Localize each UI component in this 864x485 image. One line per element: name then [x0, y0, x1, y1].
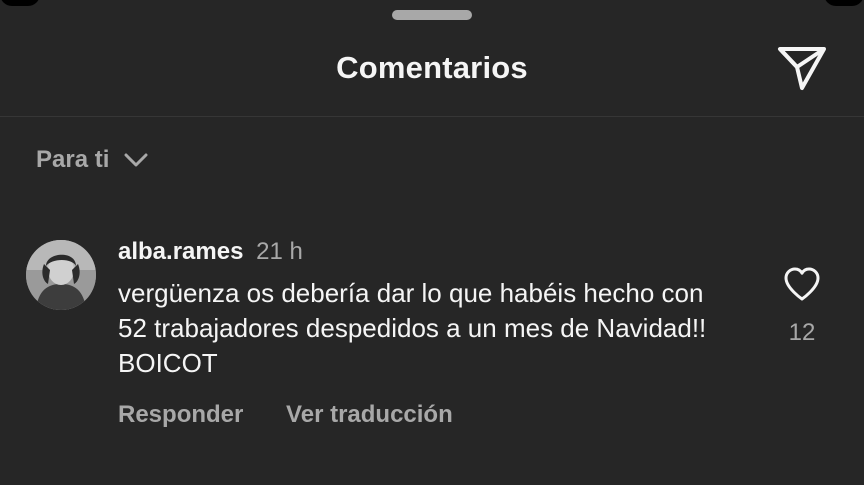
- avatar-photo-icon: [26, 240, 96, 310]
- comment-meta: alba.rames 21 h: [118, 234, 758, 270]
- comment-text: vergüenza os debería dar lo que habéis h…: [118, 278, 707, 378]
- avatar[interactable]: [26, 240, 96, 310]
- comment-timestamp: 21 h: [256, 238, 303, 265]
- comment-username[interactable]: alba.rames: [118, 238, 243, 265]
- comments-sheet: Comentarios Para ti alba.rames 21 h verg…: [0, 0, 864, 485]
- sheet-title: Comentarios: [336, 50, 528, 85]
- like-count: 12: [788, 319, 816, 346]
- heart-outline-icon[interactable]: [783, 266, 821, 302]
- see-translation-button[interactable]: Ver traducción: [286, 401, 453, 428]
- screen-corner-right: [824, 0, 864, 6]
- sort-label: Para ti: [36, 146, 110, 173]
- comment-actions: Responder Ver traducción: [118, 401, 758, 429]
- header-divider: [0, 116, 864, 117]
- comment-item: alba.rames 21 h vergüenza os debería dar…: [118, 234, 758, 429]
- chevron-down-icon: [124, 153, 148, 167]
- comment-like: 12: [780, 266, 824, 347]
- reply-button[interactable]: Responder: [118, 401, 243, 428]
- comment-sort-dropdown[interactable]: Para ti: [36, 146, 149, 174]
- sheet-drag-handle[interactable]: [392, 10, 472, 20]
- paper-plane-icon: [778, 47, 826, 90]
- screen-corner-left: [0, 0, 40, 6]
- share-button[interactable]: [776, 44, 828, 92]
